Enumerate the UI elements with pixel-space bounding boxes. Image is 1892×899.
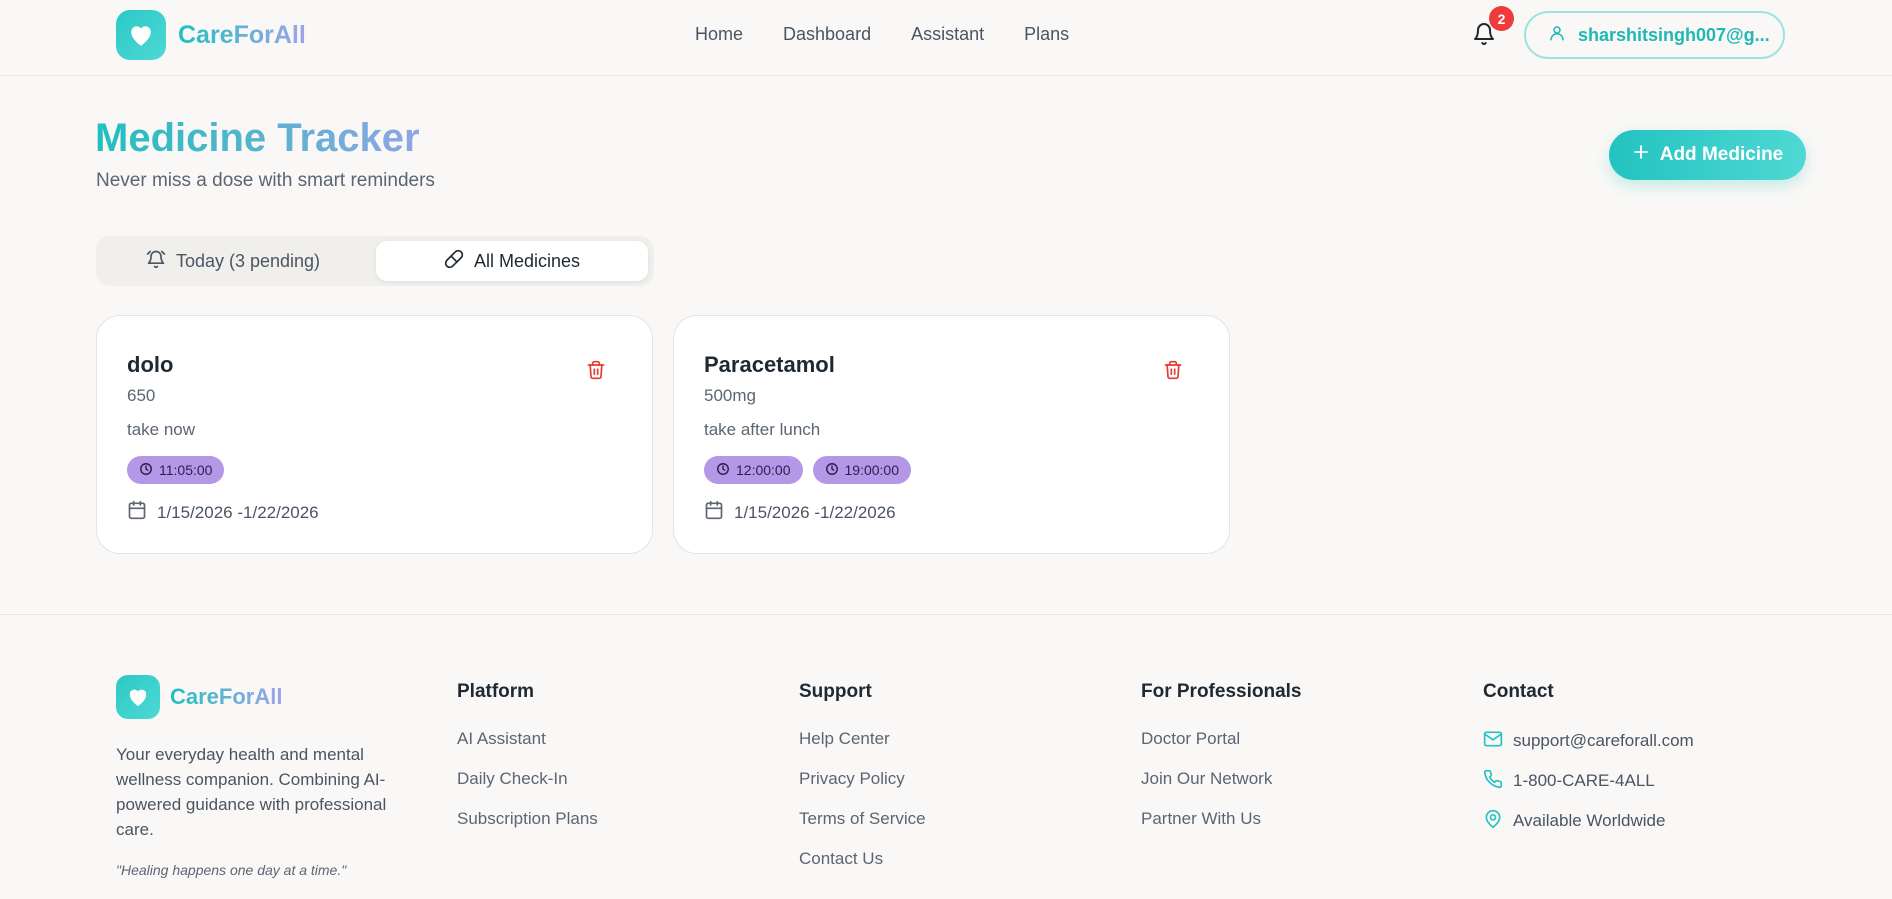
plus-icon xyxy=(1632,143,1650,167)
pill-icon xyxy=(444,249,464,274)
user-email: sharshitsingh007@g... xyxy=(1578,24,1770,45)
footer-link-privacy-policy[interactable]: Privacy Policy xyxy=(799,769,926,792)
footer-quote: "Healing happens one day at a time." xyxy=(116,862,347,878)
nav-plans[interactable]: Plans xyxy=(1024,24,1069,45)
footer-heading: Contact xyxy=(1483,681,1554,702)
brand-name: CareForAll xyxy=(178,20,306,49)
contact-phone[interactable]: 1-800-CARE-4ALL xyxy=(1483,769,1694,793)
add-medicine-label: Add Medicine xyxy=(1659,144,1784,165)
nav-dashboard[interactable]: Dashboard xyxy=(783,24,871,45)
contact-location: Available Worldwide xyxy=(1483,809,1694,833)
add-medicine-button[interactable]: Add Medicine xyxy=(1609,130,1806,180)
contact-location-text: Available Worldwide xyxy=(1513,811,1666,830)
alarm-icon xyxy=(146,249,166,274)
tab-all-medicines[interactable]: All Medicines xyxy=(376,241,648,281)
main-nav: Home Dashboard Assistant Plans xyxy=(695,24,1069,45)
footer-link-subscription-plans[interactable]: Subscription Plans xyxy=(457,809,598,832)
footer-link-help-center[interactable]: Help Center xyxy=(799,729,926,752)
footer-link-partner[interactable]: Partner With Us xyxy=(1141,809,1302,832)
date-range: 1/15/2026 -1/22/2026 xyxy=(704,500,896,525)
footer-brand-name: CareForAll xyxy=(170,684,283,709)
medicine-note: take now xyxy=(127,420,196,439)
time-value: 11:05:00 xyxy=(159,462,213,478)
footer-heading: Platform xyxy=(457,681,535,702)
reminder-times: 12:00:00 19:00:00 xyxy=(704,456,911,484)
notification-badge: 2 xyxy=(1489,6,1514,31)
footer-heading: Support xyxy=(799,681,872,702)
calendar-icon xyxy=(127,500,147,525)
contact-phone-text: 1-800-CARE-4ALL xyxy=(1513,771,1655,790)
reminder-times: 11:05:00 xyxy=(127,456,225,484)
nav-assistant[interactable]: Assistant xyxy=(911,24,984,45)
footer-link-doctor-portal[interactable]: Doctor Portal xyxy=(1141,729,1302,752)
user-account-button[interactable]: sharshitsingh007@g... xyxy=(1524,11,1785,59)
footer-contact-column: Contact support@careforall.com 1-800-CAR… xyxy=(1483,681,1694,849)
map-pin-icon xyxy=(1483,809,1503,834)
footer-heading: For Professionals xyxy=(1141,681,1302,702)
footer-link-daily-check-in[interactable]: Daily Check-In xyxy=(457,769,598,792)
medicine-dose: 500mg xyxy=(704,386,756,405)
medicine-card: dolo 650 take now 11:05:00 1/15/2026 -1/… xyxy=(96,315,653,554)
tab-today-label: Today (3 pending) xyxy=(175,250,321,271)
medicine-tabs: Today (3 pending) All Medicines xyxy=(96,236,654,286)
page-title: Medicine Tracker xyxy=(95,116,420,160)
medicine-note: take after lunch xyxy=(704,420,821,439)
user-icon xyxy=(1548,24,1566,47)
clock-icon xyxy=(825,462,839,479)
tab-today[interactable]: Today (3 pending) xyxy=(100,241,366,281)
time-chip: 12:00:00 xyxy=(704,456,803,484)
footer-link-contact-us[interactable]: Contact Us xyxy=(799,849,926,872)
phone-icon xyxy=(1483,769,1503,794)
heart-icon xyxy=(116,10,166,60)
contact-email[interactable]: support@careforall.com xyxy=(1483,729,1694,753)
footer-link-join-network[interactable]: Join Our Network xyxy=(1141,769,1302,792)
mail-icon xyxy=(1483,729,1503,754)
clock-icon xyxy=(139,462,153,479)
time-chip: 19:00:00 xyxy=(812,456,911,484)
medicine-dose: 650 xyxy=(127,386,156,405)
footer-description: Your everyday health and mental wellness… xyxy=(116,745,387,839)
medicine-name: dolo xyxy=(127,352,174,377)
date-range-text: 1/15/2026 -1/22/2026 xyxy=(157,502,319,522)
date-range-text: 1/15/2026 -1/22/2026 xyxy=(734,502,896,522)
calendar-icon xyxy=(704,500,724,525)
footer-professionals-column: For Professionals Doctor Portal Join Our… xyxy=(1141,681,1302,849)
medicine-name: Paracetamol xyxy=(704,352,835,377)
brand-logo[interactable]: CareForAll xyxy=(116,10,306,60)
page-subtitle: Never miss a dose with smart reminders xyxy=(96,170,435,191)
top-navbar: CareForAll Home Dashboard Assistant Plan… xyxy=(0,0,1892,76)
footer-platform-column: Platform AI Assistant Daily Check-In Sub… xyxy=(457,681,598,849)
time-value: 12:00:00 xyxy=(736,462,791,478)
date-range: 1/15/2026 -1/22/2026 xyxy=(127,500,319,525)
footer-link-terms[interactable]: Terms of Service xyxy=(799,809,926,832)
medicine-card: Paracetamol 500mg take after lunch 12:00… xyxy=(673,315,1230,554)
contact-email-text: support@careforall.com xyxy=(1513,731,1694,750)
footer: CareForAll Your everyday health and ment… xyxy=(0,614,1892,899)
time-chip: 11:05:00 xyxy=(127,456,225,484)
time-value: 19:00:00 xyxy=(844,462,900,478)
nav-home[interactable]: Home xyxy=(695,24,743,45)
clock-icon xyxy=(716,462,730,479)
heart-icon xyxy=(116,675,160,719)
tab-all-label: All Medicines xyxy=(473,250,581,271)
footer-support-column: Support Help Center Privacy Policy Terms… xyxy=(799,681,926,889)
trash-icon[interactable] xyxy=(1163,360,1185,382)
trash-icon[interactable] xyxy=(586,360,608,382)
footer-link-ai-assistant[interactable]: AI Assistant xyxy=(457,729,598,752)
footer-brand-logo[interactable]: CareForAll xyxy=(116,675,282,719)
